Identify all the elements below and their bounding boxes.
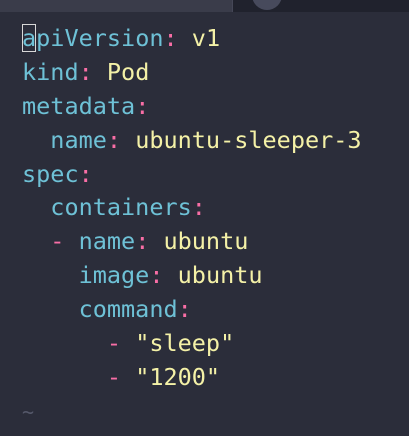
yaml-key: image bbox=[78, 261, 150, 290]
code-line: apiVersion: v1 bbox=[22, 22, 407, 56]
yaml-colon: : bbox=[78, 159, 93, 188]
code-line: spec: bbox=[22, 158, 407, 192]
yaml-colon: : bbox=[78, 57, 93, 86]
yaml-key: containers bbox=[50, 193, 192, 222]
code-line: - name: ubuntu bbox=[22, 225, 407, 259]
yaml-value: ubuntu bbox=[163, 261, 263, 290]
code-line: - "1200" bbox=[22, 361, 407, 395]
yaml-dash: - bbox=[50, 227, 79, 256]
editor-tab[interactable] bbox=[0, 0, 232, 12]
yaml-colon: : bbox=[177, 295, 192, 324]
yaml-value: Pod bbox=[92, 57, 150, 86]
code-line: command: bbox=[22, 293, 407, 327]
code-line: image: ubuntu bbox=[22, 259, 407, 293]
top-bar bbox=[0, 0, 409, 12]
yaml-key: command bbox=[78, 295, 178, 324]
code-line: name: ubuntu-sleeper-3 bbox=[22, 124, 407, 158]
code-editor[interactable]: apiVersion: v1 kind: Pod metadata: name:… bbox=[22, 22, 407, 395]
yaml-dash: - bbox=[106, 329, 136, 358]
text-cursor: a bbox=[22, 24, 37, 52]
yaml-colon: : bbox=[106, 125, 122, 154]
tab-close-icon[interactable] bbox=[252, 0, 282, 10]
yaml-value: ubuntu-sleeper-3 bbox=[121, 125, 362, 154]
yaml-key: name bbox=[50, 125, 107, 154]
yaml-key: kind bbox=[22, 57, 79, 86]
yaml-key: piVersion bbox=[36, 24, 164, 52]
empty-line-marker: ~ bbox=[22, 400, 35, 424]
code-line: kind: Pod bbox=[22, 56, 407, 90]
yaml-colon: : bbox=[135, 227, 150, 256]
code-line: - "sleep" bbox=[22, 327, 407, 361]
yaml-colon: : bbox=[163, 24, 178, 52]
yaml-value: "1200" bbox=[135, 362, 221, 391]
yaml-colon: : bbox=[191, 193, 206, 222]
yaml-value: "sleep" bbox=[135, 329, 235, 358]
code-line: containers: bbox=[22, 191, 407, 225]
yaml-value: ubuntu bbox=[149, 227, 249, 256]
code-line: metadata: bbox=[22, 90, 407, 124]
yaml-key: name bbox=[78, 227, 136, 256]
yaml-colon: : bbox=[135, 91, 150, 120]
yaml-colon: : bbox=[149, 261, 164, 290]
yaml-key: spec bbox=[22, 159, 79, 188]
yaml-dash: - bbox=[106, 362, 136, 391]
tab-separator bbox=[232, 0, 233, 12]
yaml-key: metadata bbox=[22, 91, 136, 120]
yaml-value: v1 bbox=[177, 24, 221, 52]
